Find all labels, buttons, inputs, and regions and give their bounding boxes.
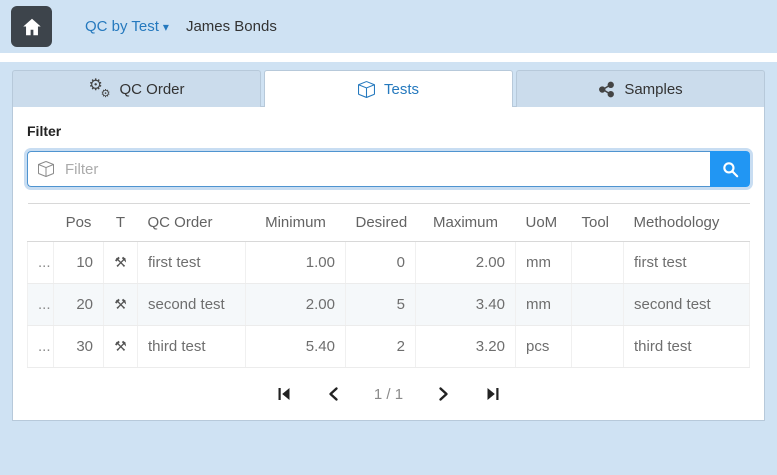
minimum-cell: 1.00 — [246, 242, 346, 284]
share-nodes-icon — [598, 81, 615, 98]
uom-cell: pcs — [516, 326, 572, 368]
tools-icon: ⚒ — [104, 326, 138, 368]
pos-cell: 10 — [54, 242, 104, 284]
column-header-maximum[interactable]: Maximum — [416, 204, 516, 242]
desired-cell: 0 — [346, 242, 416, 284]
pos-cell: 20 — [54, 284, 104, 326]
filter-input-wrap — [27, 151, 710, 187]
previous-page-button[interactable] — [324, 384, 344, 404]
tab-tests[interactable]: Tests — [264, 70, 513, 107]
qc-by-test-dropdown[interactable]: QC by Test ▾ — [85, 18, 169, 35]
top-bar: QC by Test ▾ James Bonds — [0, 0, 777, 53]
tab-bar: ⚙⚙ QC Order Tests Samples — [12, 70, 765, 107]
tests-tab-content: Filter — [12, 106, 765, 421]
methodology-cell: first test — [624, 242, 750, 284]
maximum-cell: 3.40 — [416, 284, 516, 326]
qc-order-cell: first test — [138, 242, 246, 284]
qc-order-cell: second test — [138, 284, 246, 326]
qc-order-cell: third test — [138, 326, 246, 368]
search-icon — [722, 161, 739, 178]
row-actions-cell[interactable]: ... — [28, 242, 54, 284]
home-button[interactable] — [11, 6, 52, 47]
row-actions-cell[interactable]: ... — [28, 284, 54, 326]
table-row[interactable]: ... 30 ⚒ third test 5.40 2 3.20 pcs thir… — [28, 326, 750, 368]
table-header-row: Pos T QC Order Minimum Desired Maximum U… — [28, 204, 750, 242]
user-name: James Bonds — [186, 18, 277, 35]
tools-icon: ⚒ — [104, 242, 138, 284]
column-header-qc-order[interactable]: QC Order — [138, 204, 246, 242]
filter-input-group — [27, 151, 750, 187]
maximum-cell: 3.20 — [416, 326, 516, 368]
main-panel: ⚙⚙ QC Order Tests Samples Filter — [0, 62, 777, 475]
column-header-desired[interactable]: Desired — [346, 204, 416, 242]
search-button[interactable] — [710, 151, 750, 187]
tools-icon: ⚒ — [104, 284, 138, 326]
filter-heading: Filter — [27, 123, 750, 139]
gears-icon: ⚙⚙ — [88, 79, 110, 99]
tool-cell — [572, 284, 624, 326]
minimum-cell: 5.40 — [246, 326, 346, 368]
pagination: 1 / 1 — [27, 384, 750, 404]
row-actions-cell[interactable]: ... — [28, 326, 54, 368]
tab-samples[interactable]: Samples — [516, 70, 765, 107]
box-icon — [358, 81, 375, 98]
column-header-minimum[interactable]: Minimum — [246, 204, 346, 242]
uom-cell: mm — [516, 242, 572, 284]
box-icon — [38, 161, 54, 177]
methodology-cell: third test — [624, 326, 750, 368]
next-page-button[interactable] — [433, 384, 453, 404]
page-indicator: 1 / 1 — [374, 386, 403, 403]
caret-down-icon: ▾ — [163, 21, 169, 33]
filter-input[interactable] — [63, 160, 700, 179]
tool-cell — [572, 242, 624, 284]
first-page-button[interactable] — [274, 384, 294, 404]
skip-end-icon — [485, 386, 501, 402]
tab-label: Tests — [384, 81, 419, 98]
uom-cell: mm — [516, 284, 572, 326]
desired-cell: 2 — [346, 326, 416, 368]
app-window: QC by Test ▾ James Bonds ⚙⚙ QC Order Tes… — [0, 0, 777, 475]
maximum-cell: 2.00 — [416, 242, 516, 284]
pos-cell: 30 — [54, 326, 104, 368]
column-header-methodology[interactable]: Methodology — [624, 204, 750, 242]
tab-qc-order[interactable]: ⚙⚙ QC Order — [12, 70, 261, 107]
column-header-pos[interactable]: Pos — [54, 204, 104, 242]
menu-label: QC by Test — [85, 18, 159, 35]
last-page-button[interactable] — [483, 384, 503, 404]
chevron-left-icon — [326, 386, 342, 402]
tab-label: QC Order — [119, 81, 184, 98]
home-icon — [21, 16, 43, 38]
chevron-right-icon — [435, 386, 451, 402]
tests-table: Pos T QC Order Minimum Desired Maximum U… — [27, 203, 750, 368]
skip-start-icon — [276, 386, 292, 402]
minimum-cell: 2.00 — [246, 284, 346, 326]
desired-cell: 5 — [346, 284, 416, 326]
column-header-uom[interactable]: UoM — [516, 204, 572, 242]
column-header-t[interactable]: T — [104, 204, 138, 242]
table-row[interactable]: ... 20 ⚒ second test 2.00 5 3.40 mm seco… — [28, 284, 750, 326]
column-header-tool[interactable]: Tool — [572, 204, 624, 242]
table-row[interactable]: ... 10 ⚒ first test 1.00 0 2.00 mm first… — [28, 242, 750, 284]
methodology-cell: second test — [624, 284, 750, 326]
tool-cell — [572, 326, 624, 368]
tab-label: Samples — [624, 81, 682, 98]
column-header-more[interactable] — [28, 204, 54, 242]
